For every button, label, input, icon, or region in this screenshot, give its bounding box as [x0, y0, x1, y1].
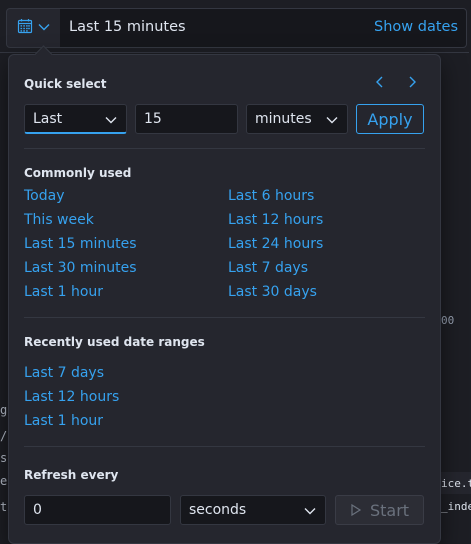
commonly-used-today[interactable]: Today — [24, 188, 65, 204]
unit-value: minutes — [255, 111, 312, 127]
refresh-unit-select[interactable]: seconds — [180, 495, 326, 525]
quantity-input[interactable]: 15 — [135, 104, 238, 134]
commonly-used-last-30-minutes[interactable]: Last 30 minutes — [24, 260, 137, 276]
bg-text: s — [0, 451, 8, 465]
unit-select[interactable]: minutes — [246, 104, 348, 134]
chevron-down-icon — [325, 113, 339, 131]
date-range-field[interactable]: Last 15 minutes Show dates — [60, 8, 467, 48]
commonly-used-last-6-hours[interactable]: Last 6 hours — [228, 188, 314, 204]
divider — [24, 148, 425, 149]
previous-range-button[interactable] — [369, 72, 391, 94]
chevron-down-icon — [303, 504, 317, 522]
chevron-left-icon — [373, 74, 387, 93]
commonly-used-last-1-hour[interactable]: Last 1 hour — [24, 284, 103, 300]
chevron-right-icon — [405, 74, 419, 93]
commonly-used-last-12-hours[interactable]: Last 12 hours — [228, 212, 323, 228]
date-range-display: Last 15 minutes — [69, 19, 186, 35]
quick-select-title: Quick select — [24, 77, 107, 91]
recent-range-last-1-hour[interactable]: Last 1 hour — [24, 413, 103, 429]
show-dates-button[interactable]: Show dates — [374, 19, 458, 35]
tense-select[interactable]: Last — [24, 104, 127, 134]
divider — [24, 446, 425, 447]
tense-value: Last — [33, 111, 63, 127]
calendar-icon — [17, 18, 33, 38]
commonly-used-last-24-hours[interactable]: Last 24 hours — [228, 236, 323, 252]
commonly-used-last-15-minutes[interactable]: Last 15 minutes — [24, 236, 137, 252]
recently-used-title: Recently used date ranges — [24, 335, 205, 349]
refresh-unit-value: seconds — [189, 502, 247, 518]
recent-range-last-7-days[interactable]: Last 7 days — [24, 365, 104, 381]
commonly-used-last-30-days[interactable]: Last 30 days — [228, 284, 317, 300]
start-refresh-button[interactable]: Start — [335, 495, 424, 525]
next-range-button[interactable] — [401, 72, 423, 94]
bg-text: e — [0, 474, 8, 488]
bg-text: ice.t — [441, 477, 471, 490]
quick-select-popover: Quick select Last 15 minutes Apply Commo… — [8, 45, 441, 544]
bg-text: 00 — [441, 314, 455, 327]
recent-range-last-12-hours[interactable]: Last 12 hours — [24, 389, 119, 405]
date-picker-bar: Last 15 minutes Show dates — [0, 0, 469, 53]
refresh-interval-input[interactable]: 0 — [24, 495, 171, 525]
quantity-value: 15 — [144, 111, 162, 127]
refresh-interval-value: 0 — [33, 502, 42, 518]
commonly-used-last-7-days[interactable]: Last 7 days — [228, 260, 308, 276]
commonly-used-title: Commonly used — [24, 166, 132, 180]
bg-text: _inde — [441, 500, 471, 513]
start-label: Start — [369, 500, 410, 520]
chevron-down-icon — [37, 19, 51, 38]
apply-button[interactable]: Apply — [356, 104, 424, 134]
chevron-down-icon — [104, 113, 118, 131]
divider — [24, 317, 425, 318]
quick-select-button[interactable] — [6, 8, 62, 48]
bg-text: t — [0, 500, 8, 514]
play-icon — [350, 501, 362, 520]
refresh-every-title: Refresh every — [24, 468, 119, 482]
commonly-used-this-week[interactable]: This week — [24, 212, 94, 228]
